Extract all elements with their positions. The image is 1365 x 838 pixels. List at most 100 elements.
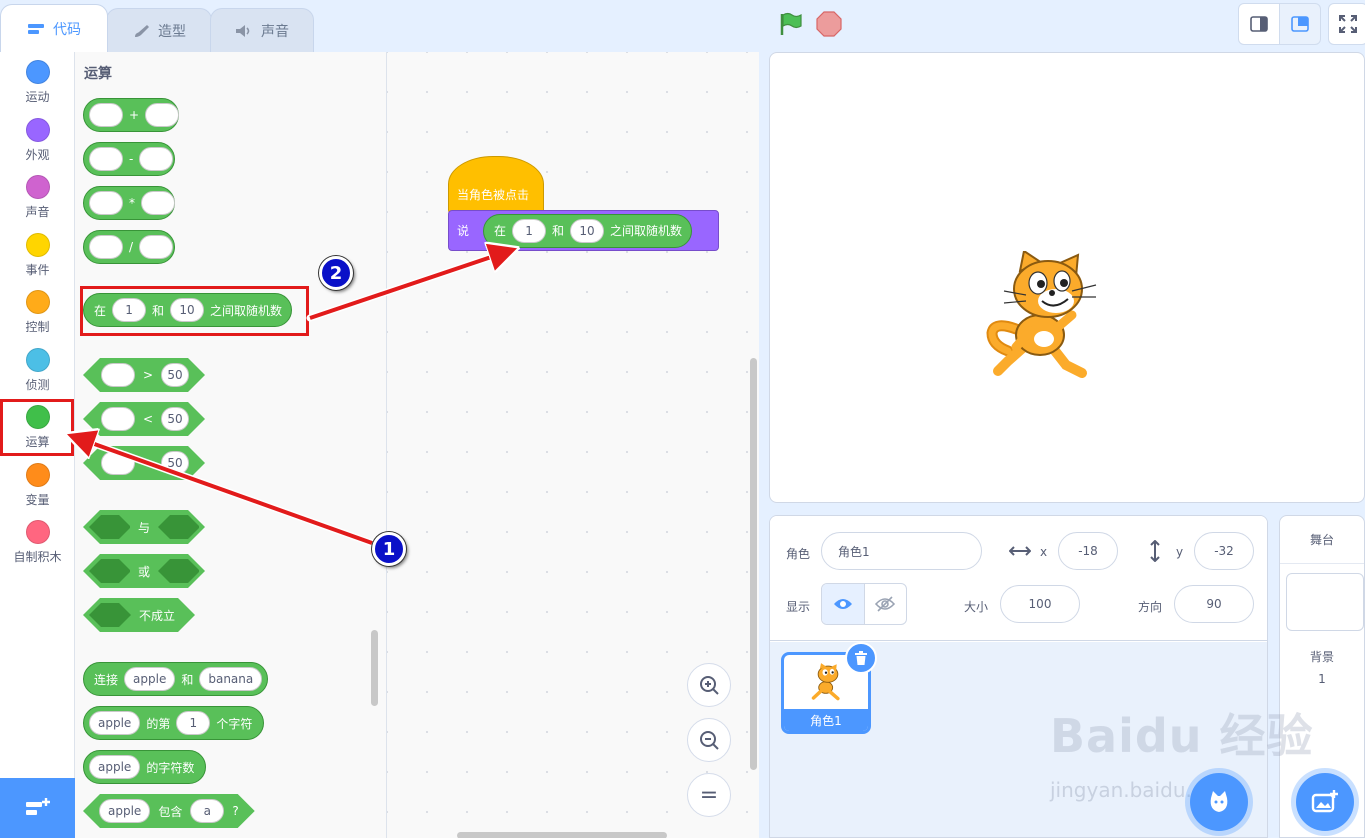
script-random-block[interactable]: 在 1 和 10 之间取随机数	[483, 213, 693, 248]
choose-backdrop-button[interactable]	[1296, 773, 1354, 831]
y-input[interactable]: -32	[1194, 532, 1254, 570]
category-my-blocks[interactable]: 自制积木	[0, 512, 75, 568]
cat-face-icon	[1210, 791, 1228, 812]
empty-slot[interactable]	[89, 191, 123, 215]
boolean-slot[interactable]	[158, 515, 199, 539]
x-input[interactable]: -18	[1058, 532, 1118, 570]
large-stage-button[interactable]	[1279, 3, 1321, 45]
multiply-block[interactable]: *	[83, 186, 175, 220]
and-block[interactable]: 与	[83, 510, 205, 544]
green-flag-icon[interactable]	[778, 11, 804, 37]
category-control[interactable]: 控制	[0, 282, 75, 338]
letter-index-input[interactable]: 1	[176, 711, 211, 735]
join-input-b[interactable]: banana	[199, 667, 263, 691]
palette-scrollbar[interactable]	[371, 630, 378, 706]
add-block[interactable]: +	[83, 98, 180, 132]
script-workspace[interactable]: 当角色被点击 说 在 1 和 10 之间取随机数 =	[387, 52, 759, 838]
not-block[interactable]: 不成立	[83, 598, 195, 632]
category-looks[interactable]: 外观	[0, 110, 75, 166]
zoom-reset-icon: =	[699, 782, 719, 808]
empty-slot[interactable]	[101, 363, 135, 387]
tab-costumes[interactable]: 造型	[106, 8, 212, 52]
workspace-horizontal-scrollbar[interactable]	[457, 832, 667, 838]
boolean-slot[interactable]	[89, 515, 130, 539]
zoom-reset-button[interactable]: =	[687, 773, 731, 817]
boolean-slot[interactable]	[89, 559, 130, 583]
cat-sprite-icon[interactable]	[986, 251, 1110, 381]
or-block[interactable]: 或	[83, 554, 205, 588]
letter-string-input[interactable]: apple	[89, 711, 141, 735]
length-string-input[interactable]: apple	[89, 755, 141, 779]
compare-value-input[interactable]: 50	[161, 363, 189, 387]
equals-block[interactable]: = 50	[83, 446, 205, 480]
empty-slot[interactable]	[101, 451, 135, 475]
stage[interactable]	[769, 52, 1365, 503]
category-label: 运动	[25, 90, 50, 104]
backdrop-thumbnail[interactable]	[1286, 573, 1364, 631]
empty-slot[interactable]	[89, 103, 123, 127]
category-motion[interactable]: 运动	[0, 52, 75, 108]
fullscreen-button[interactable]	[1328, 3, 1365, 45]
random-block-highlight	[80, 286, 309, 336]
join-input-a[interactable]: apple	[124, 667, 176, 691]
zoom-in-button[interactable]	[687, 663, 731, 707]
stage-selector-title: 舞台	[1280, 516, 1364, 564]
choose-sprite-button[interactable]	[1190, 773, 1248, 831]
category-sound[interactable]: 声音	[0, 167, 75, 223]
contains-block[interactable]: apple 包含 a ?	[83, 794, 255, 828]
tab-code[interactable]: 代码	[0, 4, 108, 52]
compare-value-input[interactable]: 50	[161, 407, 189, 431]
size-input[interactable]: 100	[1000, 585, 1080, 623]
letter-of-block[interactable]: apple 的第 1 个字符	[83, 706, 265, 740]
block-text: 的第	[146, 716, 171, 731]
category-variables[interactable]: 变量	[0, 455, 75, 511]
block-text: 个字符	[216, 716, 253, 731]
empty-slot[interactable]	[89, 147, 123, 171]
contains-string-input[interactable]: apple	[99, 799, 150, 823]
tab-sounds[interactable]: 声音	[210, 8, 314, 52]
zoom-out-button[interactable]	[687, 718, 731, 762]
y-label: y	[1176, 545, 1184, 559]
compare-value-input[interactable]: 50	[161, 451, 189, 475]
add-extension-button[interactable]	[0, 778, 75, 838]
motion-color-dot	[25, 60, 50, 84]
sprite-name-input[interactable]: 角色1	[821, 532, 982, 570]
random-to-input[interactable]: 10	[570, 218, 605, 243]
empty-slot[interactable]	[89, 235, 123, 259]
say-block[interactable]: 说 在 1 和 10 之间取随机数	[448, 210, 719, 251]
category-events[interactable]: 事件	[0, 225, 75, 281]
when-sprite-clicked-block[interactable]: 当角色被点击	[448, 156, 544, 214]
x-arrows-icon	[1009, 546, 1031, 556]
show-button[interactable]	[822, 584, 865, 624]
hide-button[interactable]	[865, 584, 907, 624]
empty-slot[interactable]	[141, 191, 175, 215]
delete-sprite-button[interactable]	[845, 642, 877, 674]
direction-input[interactable]: 90	[1174, 585, 1254, 623]
contains-sub-input[interactable]: a	[190, 799, 224, 823]
block-text: 在	[494, 224, 507, 238]
less-than-block[interactable]: < 50	[83, 402, 205, 436]
operator-symbol: =	[143, 456, 154, 470]
subtract-block[interactable]: -	[83, 142, 175, 176]
category-label: 自制积木	[13, 550, 62, 564]
join-block[interactable]: 连接 apple 和 banana	[83, 662, 269, 696]
stop-icon[interactable]	[816, 11, 842, 37]
category-label: 外观	[25, 148, 50, 162]
greater-than-block[interactable]: > 50	[83, 358, 205, 392]
eye-slash-icon	[875, 596, 896, 612]
empty-slot[interactable]	[139, 235, 174, 259]
workspace-vertical-scrollbar[interactable]	[750, 358, 757, 770]
block-text: 包含	[158, 804, 183, 819]
random-from-input[interactable]: 1	[512, 218, 547, 243]
category-sensing[interactable]: 侦测	[0, 340, 75, 396]
block-text: 不成立	[139, 608, 176, 623]
length-of-block[interactable]: apple 的字符数	[83, 750, 207, 784]
empty-slot[interactable]	[145, 103, 180, 127]
boolean-slot[interactable]	[158, 559, 199, 583]
divide-block[interactable]: /	[83, 230, 175, 264]
category-label: 控制	[25, 320, 50, 334]
boolean-slot[interactable]	[89, 603, 131, 627]
empty-slot[interactable]	[101, 407, 135, 431]
empty-slot[interactable]	[139, 147, 174, 171]
small-stage-button[interactable]	[1238, 3, 1280, 45]
